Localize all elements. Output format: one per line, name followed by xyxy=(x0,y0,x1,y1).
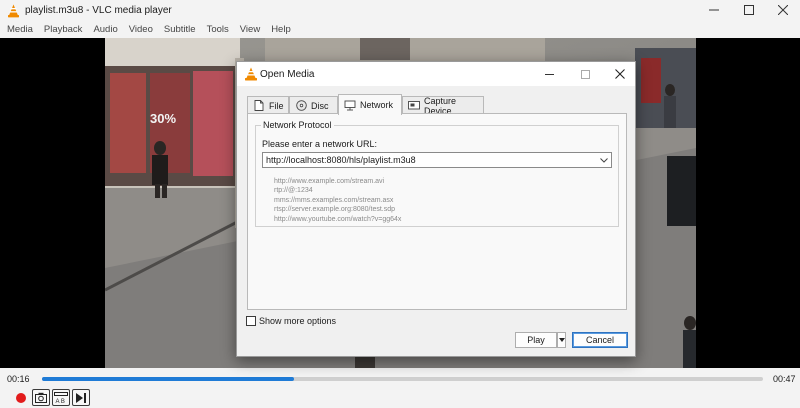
minimize-button[interactable] xyxy=(697,0,731,20)
frame-by-frame-icon xyxy=(76,392,86,403)
show-more-options[interactable]: Show more options xyxy=(246,316,336,326)
show-more-options-checkbox[interactable] xyxy=(246,316,256,326)
tab-network-label: Network xyxy=(360,100,394,110)
cancel-button[interactable]: Cancel xyxy=(572,332,628,348)
camera-icon xyxy=(35,392,47,403)
tab-file[interactable]: File xyxy=(247,96,289,114)
svg-text:A B: A B xyxy=(56,399,65,404)
menu-audio[interactable]: Audio xyxy=(88,24,123,35)
title-bar: playlist.m3u8 - VLC media player xyxy=(0,0,800,21)
vlc-cone-icon xyxy=(4,2,22,20)
seek-slider[interactable] xyxy=(42,377,763,381)
tab-file-label: File xyxy=(269,100,284,111)
url-dropdown-button[interactable] xyxy=(599,155,609,165)
menu-tools[interactable]: Tools xyxy=(202,24,235,35)
url-combobox[interactable] xyxy=(262,152,612,168)
url-examples: http://www.example.com/stream.avi rtp://… xyxy=(274,177,401,224)
network-protocol-group: Network Protocol Please enter a network … xyxy=(255,120,619,227)
tab-network[interactable]: Network xyxy=(338,94,402,115)
example-url: http://www.example.com/stream.avi xyxy=(274,178,385,185)
open-media-dialog: Open Media File Disc Network Capture Dev… xyxy=(236,61,636,357)
seek-row: 00:16 00:47 xyxy=(0,368,800,388)
show-more-options-label: Show more options xyxy=(259,316,337,326)
triangle-down-icon xyxy=(558,338,565,342)
menu-view[interactable]: View xyxy=(235,24,266,35)
file-icon xyxy=(253,100,265,112)
control-bar: A B xyxy=(0,388,800,408)
network-url-input[interactable] xyxy=(266,154,592,166)
close-window-button[interactable] xyxy=(766,0,800,20)
menu-video[interactable]: Video xyxy=(124,24,159,35)
url-label: Please enter a network URL: xyxy=(262,139,378,149)
ab-loop-icon: A B xyxy=(54,391,68,404)
svg-text:30%: 30% xyxy=(150,111,176,126)
play-button[interactable]: Play xyxy=(515,332,557,348)
example-url: http://www.yourtube.com/watch?v=gg64x xyxy=(274,215,402,223)
loop-ab-button[interactable]: A B xyxy=(52,389,70,406)
capture-device-icon xyxy=(408,100,420,112)
menu-subtitle[interactable]: Subtitle xyxy=(159,24,202,35)
menu-playback[interactable]: Playback xyxy=(39,24,89,35)
elapsed-time: 00:16 xyxy=(7,374,30,384)
network-icon xyxy=(344,99,356,111)
total-time: 00:47 xyxy=(773,374,796,384)
tab-capture-device[interactable]: Capture Device xyxy=(402,96,484,116)
menu-media[interactable]: Media xyxy=(2,24,39,35)
record-button[interactable] xyxy=(12,389,30,406)
play-options-dropdown[interactable] xyxy=(557,332,566,348)
example-url: rtsp://server.example.org:8080/test.sdp xyxy=(274,206,396,214)
disc-icon xyxy=(295,100,307,112)
group-title: Network Protocol xyxy=(261,120,334,130)
tab-disc-label: Disc xyxy=(311,100,329,111)
network-tab-panel: Network Protocol Please enter a network … xyxy=(247,113,627,310)
dialog-close-button[interactable] xyxy=(608,65,632,83)
window-title: playlist.m3u8 - VLC media player xyxy=(25,5,172,16)
frame-step-button[interactable] xyxy=(72,389,90,406)
record-icon xyxy=(16,392,26,403)
tab-disc[interactable]: Disc xyxy=(289,96,338,114)
dialog-title-bar: Open Media xyxy=(237,62,635,86)
maximize-button[interactable] xyxy=(732,0,766,20)
example-url: mms://mms.examples.com/stream.asx xyxy=(274,196,394,204)
example-url: rtp://@:1234 xyxy=(274,187,313,195)
chevron-down-icon xyxy=(600,157,608,163)
dialog-maximize-button[interactable] xyxy=(573,65,597,83)
menu-help[interactable]: Help xyxy=(266,24,297,35)
dialog-minimize-button[interactable] xyxy=(537,65,561,83)
menu-bar: Media Playback Audio Video Subtitle Tool… xyxy=(0,21,800,38)
dialog-title: Open Media xyxy=(260,69,315,80)
seek-progress xyxy=(42,377,295,381)
snapshot-button[interactable] xyxy=(32,389,50,406)
vlc-cone-icon xyxy=(245,67,257,81)
